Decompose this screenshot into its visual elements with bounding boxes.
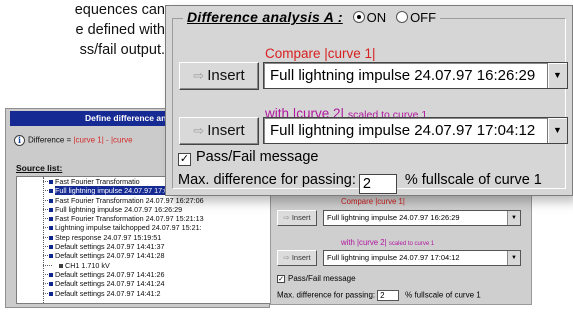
intro-line-3: ss/fail output. bbox=[79, 42, 165, 58]
off-radio[interactable] bbox=[396, 11, 409, 23]
compare-label: Compare |curve 1| bbox=[341, 197, 405, 206]
difference-analysis-panel: Difference analysis A : ON OFF Compare |… bbox=[165, 5, 573, 196]
arrow-right-icon: ⇨ bbox=[193, 68, 205, 83]
curve2-value: Full lightning impulse 24.07.97 17:04:12 bbox=[327, 253, 460, 262]
arrow-icon: ⇨ bbox=[283, 253, 290, 262]
list-item[interactable]: Default settings 24.07.97 14:41:24 bbox=[17, 279, 270, 288]
curve-icon bbox=[49, 291, 53, 296]
max-difference-row: Max. difference for passing: 2 % fullscale… bbox=[178, 172, 542, 194]
source-list-label: Source list: bbox=[16, 163, 63, 173]
passfail-checkbox[interactable]: ✓ bbox=[178, 153, 191, 166]
list-item[interactable]: Lightning impulse tailchopped 24.07.97 1… bbox=[17, 223, 270, 232]
list-item[interactable]: Default settings 24.07.97 14:41:28 bbox=[17, 251, 270, 260]
insert-label: Insert bbox=[207, 67, 245, 84]
curve-icon bbox=[49, 226, 53, 231]
list-item[interactable]: Fast Fourier Transformation 24.07.97 16:… bbox=[17, 196, 270, 205]
curve-icon bbox=[49, 198, 53, 203]
passfail-row[interactable]: ✓ Pass/Fail message bbox=[178, 149, 319, 166]
curve1-select[interactable]: Full lightning impulse 24.07.97 16:26:29… bbox=[323, 210, 521, 226]
insert-curve2-button[interactable]: ⇨ Insert bbox=[179, 117, 259, 145]
panel-title: Difference analysis A : bbox=[187, 9, 343, 25]
list-item[interactable]: Step response 24.07.97 15:19:51 bbox=[17, 233, 270, 242]
curve1-select[interactable]: Full lightning impulse 24.07.97 16:26:29… bbox=[263, 62, 568, 89]
curve-icon bbox=[49, 207, 53, 212]
off-label: OFF bbox=[410, 10, 437, 25]
insert-button[interactable]: ⇨ Insert bbox=[277, 210, 317, 226]
curve-icon bbox=[49, 282, 53, 287]
max-difference-input[interactable]: 2 bbox=[358, 174, 397, 194]
chevron-down-icon[interactable]: ▼ bbox=[547, 63, 567, 88]
curve2-select[interactable]: Full lightning impulse 24.07.97 17:04:12… bbox=[323, 250, 521, 266]
passfail-checkbox[interactable]: ✓ bbox=[277, 274, 285, 283]
list-item[interactable]: CH1 1.710 kV bbox=[17, 261, 270, 270]
curve2-value: Full lightning impulse 24.07.97 17:04:12 bbox=[270, 122, 536, 139]
difference-panel-small: Compare |curve 1| ⇨ Insert Full lightnin… bbox=[270, 192, 532, 305]
arrow-right-icon: ⇨ bbox=[193, 123, 205, 138]
curve-icon bbox=[49, 254, 53, 259]
max-difference-input[interactable]: 2 bbox=[377, 290, 400, 301]
max-difference-label: Max. difference for passing: bbox=[178, 172, 356, 188]
chevron-down-icon[interactable]: ▼ bbox=[507, 251, 520, 265]
curve1-value: Full lightning impulse 24.07.97 16:26:29 bbox=[270, 67, 536, 84]
list-item-label: Fast Fourier Transformatio bbox=[55, 177, 140, 186]
list-item-label: Step response 24.07.97 15:19:51 bbox=[55, 232, 162, 242]
scaled-note: scaled to curve 1 bbox=[388, 241, 435, 247]
insert-label: Insert bbox=[291, 213, 311, 222]
curve-icon bbox=[49, 245, 53, 250]
channel-icon bbox=[59, 263, 63, 268]
list-item-label: Default settings 24.07.97 14:41:2 bbox=[55, 288, 161, 298]
curve-icon bbox=[49, 189, 53, 194]
formula-curves: |curve 1| - |curve bbox=[73, 135, 133, 145]
formula-prefix: Difference = bbox=[28, 135, 74, 145]
passfail-label: Pass/Fail message bbox=[288, 274, 356, 283]
curve-icon bbox=[49, 217, 53, 222]
intro-line-2: e defined with bbox=[75, 22, 165, 38]
groupbox-header: Difference analysis A : ON OFF bbox=[183, 9, 441, 25]
list-item-label: Default settings 24.07.97 14:41:37 bbox=[55, 242, 165, 252]
intro-line-1: equences can bbox=[74, 2, 165, 18]
curve-icon bbox=[49, 272, 53, 277]
compare-label: Compare |curve 1| bbox=[265, 46, 376, 61]
list-item-label: Fast Fourier Transformation 24.07.97 16:… bbox=[55, 195, 204, 205]
insert-button[interactable]: ⇨ Insert bbox=[277, 250, 317, 266]
max-unit: % fullscale of curve 1 bbox=[405, 290, 481, 300]
list-item-label: CH1 1.710 kV bbox=[65, 260, 110, 270]
list-item[interactable]: Default settings 24.07.97 14:41:26 bbox=[17, 270, 270, 279]
insert-label: Insert bbox=[291, 253, 311, 262]
curve2-select[interactable]: Full lightning impulse 24.07.97 17:04:12… bbox=[263, 117, 568, 144]
list-item-label: Full lightning impulse 24.07.97 16:26:29 bbox=[55, 204, 183, 214]
list-item[interactable]: Full lightning impulse 24.07.97 16:26:29 bbox=[17, 205, 270, 214]
chevron-down-icon[interactable]: ▼ bbox=[507, 211, 520, 225]
curve-icon bbox=[49, 235, 53, 240]
list-item[interactable]: Default settings 24.07.97 14:41:37 bbox=[17, 242, 270, 251]
list-item[interactable]: Fast Fourier Transformation 24.07.97 15:… bbox=[17, 214, 270, 223]
list-item-label: Default settings 24.07.97 14:41:28 bbox=[55, 251, 165, 261]
arrow-icon: ⇨ bbox=[283, 213, 290, 222]
curve-icon bbox=[49, 180, 53, 184]
max-difference-unit: % fullscale of curve 1 bbox=[404, 172, 542, 188]
with-curve-label: with |curve 2| bbox=[341, 238, 387, 247]
insert-curve1-button[interactable]: ⇨ Insert bbox=[179, 62, 259, 90]
passfail-label: Pass/Fail message bbox=[196, 149, 319, 165]
insert-label: Insert bbox=[207, 122, 245, 139]
max-difference-row: Max. difference for passing: 2 % fullscale… bbox=[277, 290, 481, 301]
passfail-row[interactable]: ✓ Pass/Fail message bbox=[277, 274, 356, 283]
difference-formula: i Difference = |curve 1| - |curve bbox=[14, 135, 133, 146]
on-label: ON bbox=[366, 10, 387, 25]
info-icon: i bbox=[14, 135, 25, 146]
intro-text: equences can e defined with ss/fail outp… bbox=[0, 0, 165, 60]
list-item-label: Default settings 24.07.97 14:41:26 bbox=[55, 269, 165, 279]
max-label: Max. difference for passing: bbox=[277, 290, 376, 300]
chevron-down-icon[interactable]: ▼ bbox=[547, 118, 567, 143]
on-radio[interactable] bbox=[352, 11, 365, 23]
list-item[interactable]: Default settings 24.07.97 14:41:2 bbox=[17, 289, 270, 298]
list-item-label: Full lightning impulse 24.07.97 17:04:12 bbox=[55, 186, 183, 196]
list-item-label: Fast Fourier Transformation 24.07.97 15:… bbox=[55, 214, 204, 224]
list-item-label: Default settings 24.07.97 14:41:24 bbox=[55, 279, 165, 289]
curve1-value: Full lightning impulse 24.07.97 16:26:29 bbox=[327, 213, 460, 222]
with-label: with |curve 2| scaled to curve 1 bbox=[341, 238, 434, 247]
list-item-label: Lightning impulse tailchopped 24.07.97 1… bbox=[55, 223, 202, 233]
